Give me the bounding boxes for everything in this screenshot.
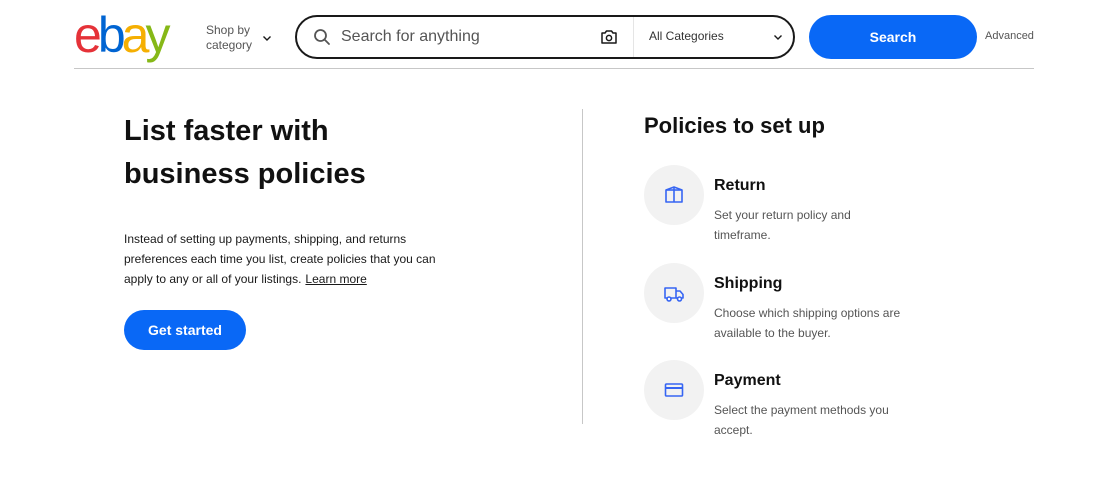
search-icon: [314, 29, 330, 45]
chevron-down-icon: [263, 36, 272, 41]
column-divider: [582, 109, 583, 424]
page-title: List faster with business policies: [124, 115, 366, 190]
category-label: category: [206, 38, 253, 52]
truck-icon: [664, 287, 684, 302]
page: ebay Shop by category All Categories: [0, 0, 1109, 503]
get-started-button[interactable]: Get started: [124, 310, 246, 350]
policy-icon-circle: [644, 360, 704, 420]
search-bar: All Categories: [295, 15, 795, 59]
policy-description: Choose which shipping options are availa…: [714, 306, 901, 340]
policy-title: Payment: [714, 372, 781, 389]
policy-icon-circle: [644, 263, 704, 323]
intro-body: Instead of setting up payments, shipping…: [124, 232, 436, 286]
logo-letter: e: [74, 7, 102, 63]
box-icon: [665, 186, 683, 203]
intro-section: List faster with business policies Inste…: [124, 110, 544, 350]
shop-by-category-button[interactable]: Shop by category: [206, 23, 272, 53]
intro-description: Instead of setting up payments, shipping…: [124, 229, 444, 289]
policy-icon-circle: [644, 165, 704, 225]
category-select[interactable]: All Categories: [649, 29, 724, 43]
policies-section: Policies to set up Return Set your retur…: [644, 110, 944, 437]
logo-letter: a: [121, 7, 150, 63]
search-input[interactable]: [341, 24, 591, 50]
card-icon: [664, 383, 684, 397]
policy-title: Shipping: [714, 275, 783, 292]
logo-letter: b: [97, 7, 126, 63]
shop-by-label: Shop by: [206, 23, 251, 37]
chevron-down-icon[interactable]: [773, 32, 783, 42]
policies-heading: Policies to set up: [644, 113, 825, 138]
camera-icon[interactable]: [600, 29, 618, 45]
search-button[interactable]: Search: [809, 15, 977, 59]
learn-more-link[interactable]: Learn more: [305, 272, 366, 286]
policy-title: Return: [714, 177, 766, 194]
header: ebay Shop by category All Categories: [74, 0, 1034, 69]
ebay-logo[interactable]: ebay: [74, 10, 192, 60]
logo-letter: y: [145, 7, 170, 63]
category-divider: [633, 17, 634, 57]
policy-description: Set your return policy and timeframe.: [714, 208, 851, 242]
policy-description: Select the payment methods you accept.: [714, 403, 889, 437]
advanced-search-link[interactable]: Advanced: [985, 30, 1034, 42]
